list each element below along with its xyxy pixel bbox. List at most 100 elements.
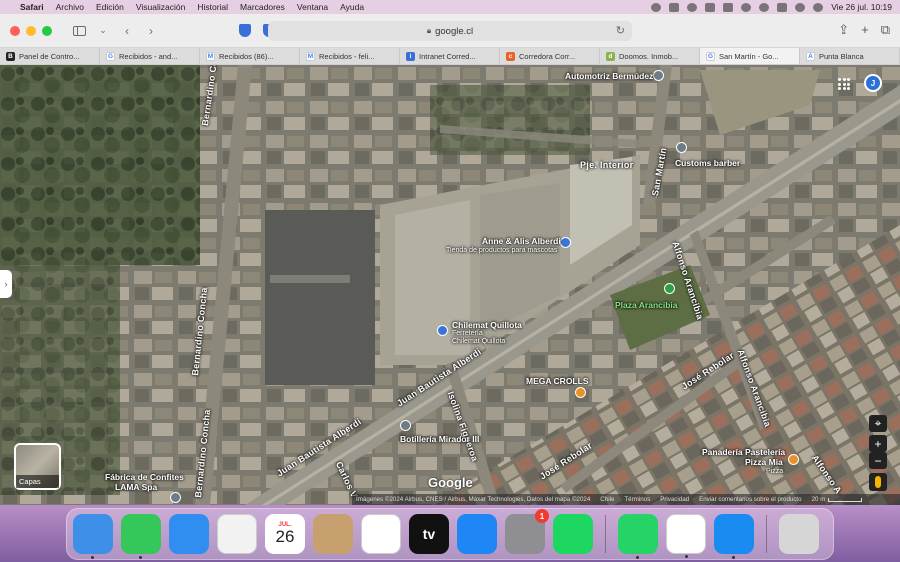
place-pin-botilleria[interactable] (400, 420, 411, 431)
account-avatar[interactable]: J (864, 74, 882, 92)
tab-favicon-icon: d (606, 51, 615, 61)
tab-3[interactable]: M Recibidos - feli... (300, 48, 400, 64)
chevron-down-icon[interactable]: ⌄ (94, 22, 112, 40)
siri-icon[interactable] (813, 2, 824, 12)
tab-0[interactable]: B Panel de Contro... (0, 48, 100, 64)
sidebar-toggle-button[interactable] (70, 22, 88, 40)
malwarebytes-icon[interactable] (669, 2, 680, 12)
trash-icon[interactable] (779, 514, 819, 554)
menu-edicion[interactable]: Edición (96, 2, 124, 12)
calendar-icon[interactable]: JUL. 26 (265, 514, 305, 554)
mail-icon[interactable] (169, 514, 209, 554)
reminders-icon[interactable] (361, 514, 401, 554)
terms-link[interactable]: Términos (624, 496, 650, 503)
place-label-chilemat-quillota[interactable]: Chilemat Quillota (452, 320, 522, 330)
share-icon[interactable]: ⇪ (838, 22, 849, 38)
satellite-map[interactable]: Bernardino Concha Bernardino Concha Bern… (0, 65, 900, 505)
lock-icon: 🔒︎ (426, 26, 432, 35)
zoom-out-button[interactable]: − (869, 452, 887, 469)
menu-archivo[interactable]: Archivo (56, 2, 84, 12)
control-center-icon[interactable] (777, 2, 788, 12)
layers-button[interactable]: Capas (14, 443, 61, 490)
battery-icon[interactable] (723, 2, 734, 12)
reload-icon[interactable]: ↻ (616, 24, 625, 37)
place-pin-mega-crolls[interactable] (575, 387, 586, 398)
place-sublabel-pizza: Pizza (766, 468, 784, 475)
feedback-link[interactable]: Enviar comentarios sobre el producto (699, 496, 802, 503)
creative-cloud-icon[interactable] (687, 2, 698, 12)
place-pin-anne-alis[interactable] (560, 237, 571, 248)
tab-4[interactable]: i Intranet Corred... (400, 48, 500, 64)
tab-label: Intranet Corred... (419, 51, 476, 61)
tab-label: Recibidos - feli... (319, 51, 375, 61)
vpn-status-icon[interactable] (651, 2, 662, 12)
chrome-icon[interactable] (666, 514, 706, 558)
place-label-pizza-mia[interactable]: Pizza Mia (745, 457, 783, 467)
extension-shield-button[interactable] (236, 22, 254, 40)
place-label-lama-spa[interactable]: LAMA Spa (115, 482, 157, 492)
my-location-button[interactable]: ⌖ (869, 415, 887, 432)
fullscreen-window-button[interactable] (42, 25, 52, 36)
tab-2[interactable]: M Recibidos (86)... (200, 48, 300, 64)
menu-marcadores[interactable]: Marcadores (240, 2, 285, 12)
tab-1[interactable]: G Recibidos - and... (100, 48, 200, 64)
privacy-link[interactable]: Privacidad (660, 496, 689, 503)
place-pin-panaderia[interactable] (788, 454, 799, 465)
user-account-icon[interactable] (795, 2, 806, 12)
settings-icon[interactable]: 1 (505, 509, 549, 554)
close-window-button[interactable] (10, 25, 20, 36)
place-pin-customs-barber[interactable] (676, 142, 687, 153)
menu-historial[interactable]: Historial (197, 2, 228, 12)
address-bar[interactable]: 🔒︎ google.cl ↻ (268, 21, 632, 41)
forward-button[interactable]: › (142, 22, 160, 40)
place-pin-automotriz[interactable] (653, 70, 664, 81)
tab-overview-icon[interactable]: ⧉ (881, 22, 890, 38)
menu-ayuda[interactable]: Ayuda (340, 2, 364, 12)
spotify-icon[interactable] (553, 514, 593, 554)
new-tab-icon[interactable]: + (861, 22, 869, 38)
tab-6[interactable]: d Doomos. Inmob... (600, 48, 700, 64)
tab-favicon-icon: c (506, 51, 515, 61)
place-label-automotriz-bermudez[interactable]: Automotriz Bermúdez (565, 71, 653, 81)
app-store-icon[interactable] (457, 514, 497, 554)
back-button[interactable]: ‹ (118, 22, 136, 40)
menu-visualizacion[interactable]: Visualización (136, 2, 185, 12)
place-label-botilleria-mirador[interactable]: Botillería Mirador III (400, 434, 479, 444)
place-label-mega-crolls[interactable]: MEGA CROLLS (526, 376, 589, 386)
place-label-panaderia-pasteleria[interactable]: Panadería Pastelería (702, 447, 785, 457)
expand-side-panel-button[interactable]: › (0, 270, 12, 298)
safari-icon[interactable] (714, 514, 754, 559)
contacts-icon[interactable] (313, 514, 353, 554)
menu-ventana[interactable]: Ventana (297, 2, 328, 12)
tab-bar: B Panel de Contro... G Recibidos - and... M R… (0, 48, 900, 65)
place-pin-plaza-arancibia[interactable] (664, 283, 675, 294)
place-label-fabrica-confites[interactable]: Fábrica de Confites (105, 472, 184, 482)
street-view-pegman-icon[interactable] (869, 473, 887, 491)
place-label-customs-barber[interactable]: Customs barber (675, 158, 740, 168)
menu-bar-clock[interactable]: Vie 26 jul. 10:19 (831, 2, 892, 12)
tv-icon[interactable]: tv (409, 514, 449, 554)
photos-icon[interactable] (217, 514, 257, 554)
tab-label: San Martín - Go... (719, 51, 779, 61)
address-bar-url: google.cl (435, 25, 474, 37)
menu-app-safari[interactable]: Safari (20, 2, 44, 12)
messages-icon[interactable] (121, 514, 161, 559)
minimize-window-button[interactable] (26, 25, 36, 36)
running-indicator (636, 556, 639, 559)
finder-icon[interactable] (73, 514, 113, 559)
whatsapp-icon[interactable] (618, 514, 658, 559)
dock-separator (766, 515, 767, 553)
wifi-icon[interactable] (741, 2, 752, 12)
bluetooth-icon[interactable] (705, 2, 716, 12)
place-pin-chilemat[interactable] (437, 325, 448, 336)
map-scale[interactable]: 20 m (812, 496, 863, 503)
place-pin-fabrica[interactable] (170, 492, 181, 503)
tab-7[interactable]: G San Martín - Go... (700, 48, 800, 64)
tab-8[interactable]: A Punta Blanca (800, 48, 900, 64)
tab-5[interactable]: c Corredora Corr... (500, 48, 600, 64)
spotlight-search-icon[interactable] (759, 2, 770, 12)
google-apps-icon[interactable] (838, 78, 850, 90)
zoom-in-button[interactable]: + (869, 435, 887, 452)
place-label-anne-alis-alberdi[interactable]: Anne & Alis Alberdi (482, 236, 561, 246)
place-label-plaza-arancibia[interactable]: Plaza Arancibia (615, 300, 678, 310)
